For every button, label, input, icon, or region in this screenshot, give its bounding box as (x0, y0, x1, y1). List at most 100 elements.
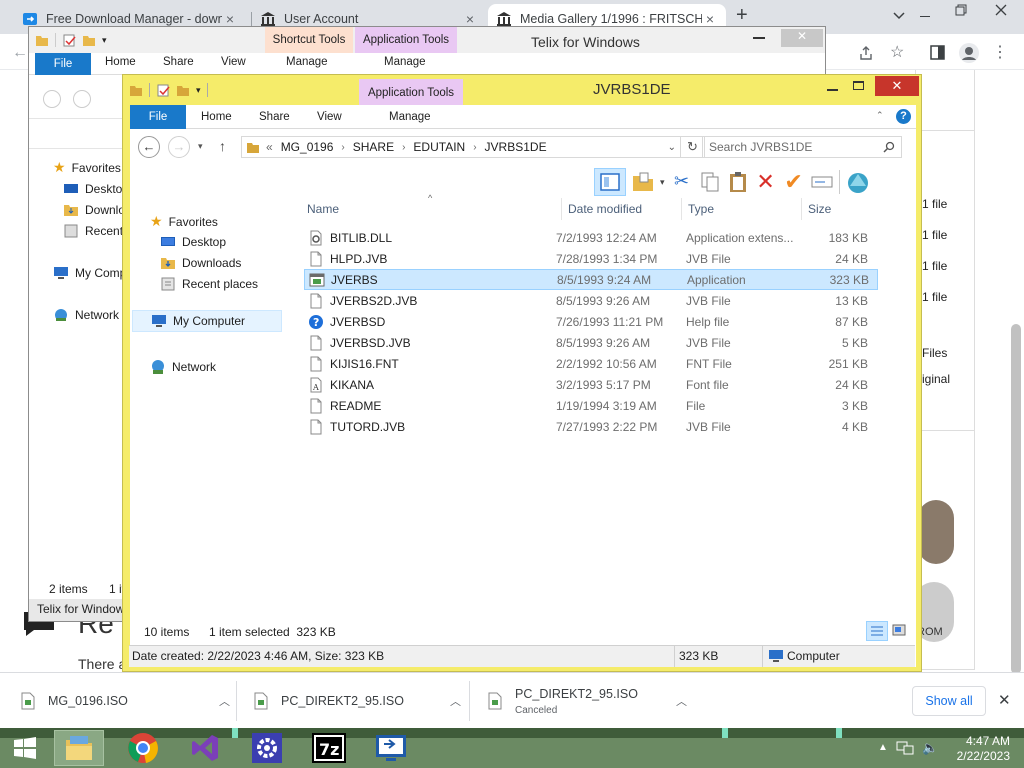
properties-icon[interactable] (156, 83, 170, 97)
file-row[interactable]: TUTORD.JVB 7/27/1993 2:22 PM JVB File 4 KB (304, 416, 878, 437)
help-icon[interactable]: ? (896, 109, 911, 124)
tab-view[interactable]: View (317, 111, 342, 123)
tab-file[interactable]: File (35, 53, 91, 75)
tab-share[interactable]: Share (259, 111, 290, 123)
file-row[interactable]: A KIKANA 3/2/1993 5:17 PM Font file 24 KB (304, 374, 878, 395)
nav-network[interactable]: Network (150, 359, 216, 375)
tab-manage[interactable]: Manage (286, 56, 328, 68)
thumbnail-image[interactable] (918, 500, 954, 564)
rename-icon[interactable] (811, 171, 833, 193)
breadcrumb-item[interactable]: JVRBS1DE (485, 140, 547, 154)
breadcrumb-item[interactable]: MG_0196 (281, 140, 334, 154)
volume-tray-icon[interactable]: 🔈 (922, 740, 938, 756)
tab-close-icon[interactable]: × (222, 11, 238, 27)
nav-recent-places[interactable]: Recent places (160, 276, 258, 292)
tab-view[interactable]: View (221, 56, 246, 68)
breadcrumb-item[interactable]: SHARE (353, 140, 394, 154)
show-all-button[interactable]: Show all (912, 686, 986, 716)
tab-home[interactable]: Home (201, 111, 232, 123)
file-row[interactable]: JVERBSD.JVB 8/5/1993 9:26 AM JVB File 5 KB (304, 332, 878, 353)
chrome-taskbar-icon[interactable] (118, 730, 168, 766)
large-icons-view-icon[interactable] (892, 623, 906, 637)
check-icon[interactable]: ✔ (783, 171, 805, 193)
remote-desktop-taskbar-icon[interactable] (366, 730, 416, 766)
new-folder-icon[interactable] (176, 83, 190, 97)
chevron-up-icon[interactable]: ︿ (450, 693, 461, 709)
nav-network[interactable]: Network (53, 307, 119, 323)
file-row[interactable]: KIJIS16.FNT 2/2/1992 10:56 AM FNT File 251 … (304, 353, 878, 374)
close-button[interactable]: ✕ (875, 76, 919, 96)
breadcrumb-item[interactable]: EDUTAIN (413, 140, 465, 154)
bookmark-star-icon[interactable]: ☆ (890, 42, 904, 62)
side-panel-icon[interactable] (930, 45, 945, 60)
tab-home[interactable]: Home (105, 56, 136, 68)
forward-icon[interactable] (73, 90, 91, 108)
shell-icon[interactable] (846, 170, 870, 194)
copy-icon[interactable] (699, 171, 721, 193)
back-arrow-icon[interactable]: ← (12, 44, 28, 62)
minimize-icon[interactable] (753, 31, 765, 39)
cut-icon[interactable]: ✂ (671, 171, 693, 193)
address-dropdown-icon[interactable]: ⌄ (668, 142, 676, 153)
clock[interactable]: 4:47 AM 2/22/2023 (940, 734, 1010, 764)
address-bar[interactable]: « MG_0196 › SHARE › EDUTAIN › JVRBS1DE ⌄ (241, 136, 681, 158)
file-row[interactable]: HLPD.JVB 7/28/1993 1:34 PM JVB File 24 KB (304, 248, 878, 269)
file-row[interactable]: JVERBS 8/5/1993 9:24 AM Application 323 KB (304, 269, 878, 290)
column-header-size[interactable]: Size (808, 202, 831, 216)
settings-taskbar-icon[interactable] (242, 730, 292, 766)
nav-favorites[interactable]: ★ Favorites (150, 213, 218, 230)
tab-close-icon[interactable]: × (702, 11, 718, 27)
up-button[interactable]: ↑ (219, 138, 226, 154)
close-shelf-icon[interactable]: ✕ (998, 691, 1011, 709)
back-icon[interactable] (43, 90, 61, 108)
visual-studio-taskbar-icon[interactable] (180, 730, 230, 766)
new-tab-button[interactable]: + (736, 4, 748, 27)
recent-locations-icon[interactable]: ▾ (198, 141, 203, 152)
tray-expand-icon[interactable]: ▲ (878, 742, 888, 753)
folder-options-icon[interactable] (632, 171, 654, 193)
maximize-icon[interactable] (853, 81, 864, 90)
back-button[interactable]: ← (138, 136, 160, 158)
overflow-chevron[interactable]: « (266, 140, 273, 154)
details-view-icon[interactable] (866, 621, 888, 641)
tab-close-icon[interactable]: × (462, 11, 478, 27)
tab-application-tools[interactable]: Application Tools (355, 27, 457, 53)
tab-file[interactable]: File (130, 105, 186, 129)
tab-application-tools[interactable]: Application Tools (359, 79, 463, 107)
download-item[interactable]: PC_DIREKT2_95.ISO ︿ (253, 673, 461, 729)
restore-icon[interactable] (955, 4, 967, 16)
tab-shortcut-tools[interactable]: Shortcut Tools (265, 27, 353, 53)
properties-icon[interactable] (62, 33, 76, 47)
paste-icon[interactable] (727, 171, 749, 193)
network-tray-icon[interactable] (896, 740, 914, 756)
close-icon[interactable] (995, 4, 1007, 16)
scrollbar[interactable] (1011, 324, 1021, 674)
profile-avatar-icon[interactable] (958, 42, 980, 64)
delete-icon[interactable]: ✕ (755, 171, 777, 193)
chevron-down-icon[interactable] (893, 12, 905, 20)
close-button[interactable]: ✕ (781, 29, 823, 47)
minimize-icon[interactable] (827, 89, 838, 91)
start-button[interactable] (0, 730, 50, 766)
tab-share[interactable]: Share (163, 56, 194, 68)
forward-button[interactable]: → (168, 136, 190, 158)
file-row[interactable]: README 1/19/1994 3:19 AM File 3 KB (304, 395, 878, 416)
tab-manage[interactable]: Manage (389, 111, 431, 123)
file-row[interactable]: JVERBS2D.JVB 8/5/1993 9:26 AM JVB File 13 K… (304, 290, 878, 311)
minimize-icon[interactable] (920, 16, 930, 17)
column-header-date[interactable]: Date modified (568, 202, 642, 216)
nav-my-computer[interactable]: My Computer (132, 310, 282, 332)
telix-taskbar-label[interactable]: Telix for Windows (29, 599, 129, 621)
preview-pane-icon[interactable] (594, 168, 626, 196)
nav-downloads[interactable]: Downloads (160, 255, 241, 271)
nav-favorites[interactable]: ★ Favorites (53, 159, 121, 176)
menu-icon[interactable]: ⋮ (992, 42, 1008, 62)
nav-desktop[interactable]: Desktop (160, 234, 226, 250)
share-icon[interactable] (858, 45, 874, 61)
nav-desktop[interactable]: Desktop (63, 181, 129, 197)
column-header-name[interactable]: Name (307, 202, 339, 216)
new-folder-icon[interactable] (82, 33, 96, 47)
file-row[interactable]: ? JVERBSD 7/26/1993 11:21 PM Help file 87 KB (304, 311, 878, 332)
download-item[interactable]: MG_0196.ISO ︿ (20, 673, 230, 729)
download-item[interactable]: PC_DIREKT2_95.ISO Canceled ︿ (487, 673, 687, 729)
